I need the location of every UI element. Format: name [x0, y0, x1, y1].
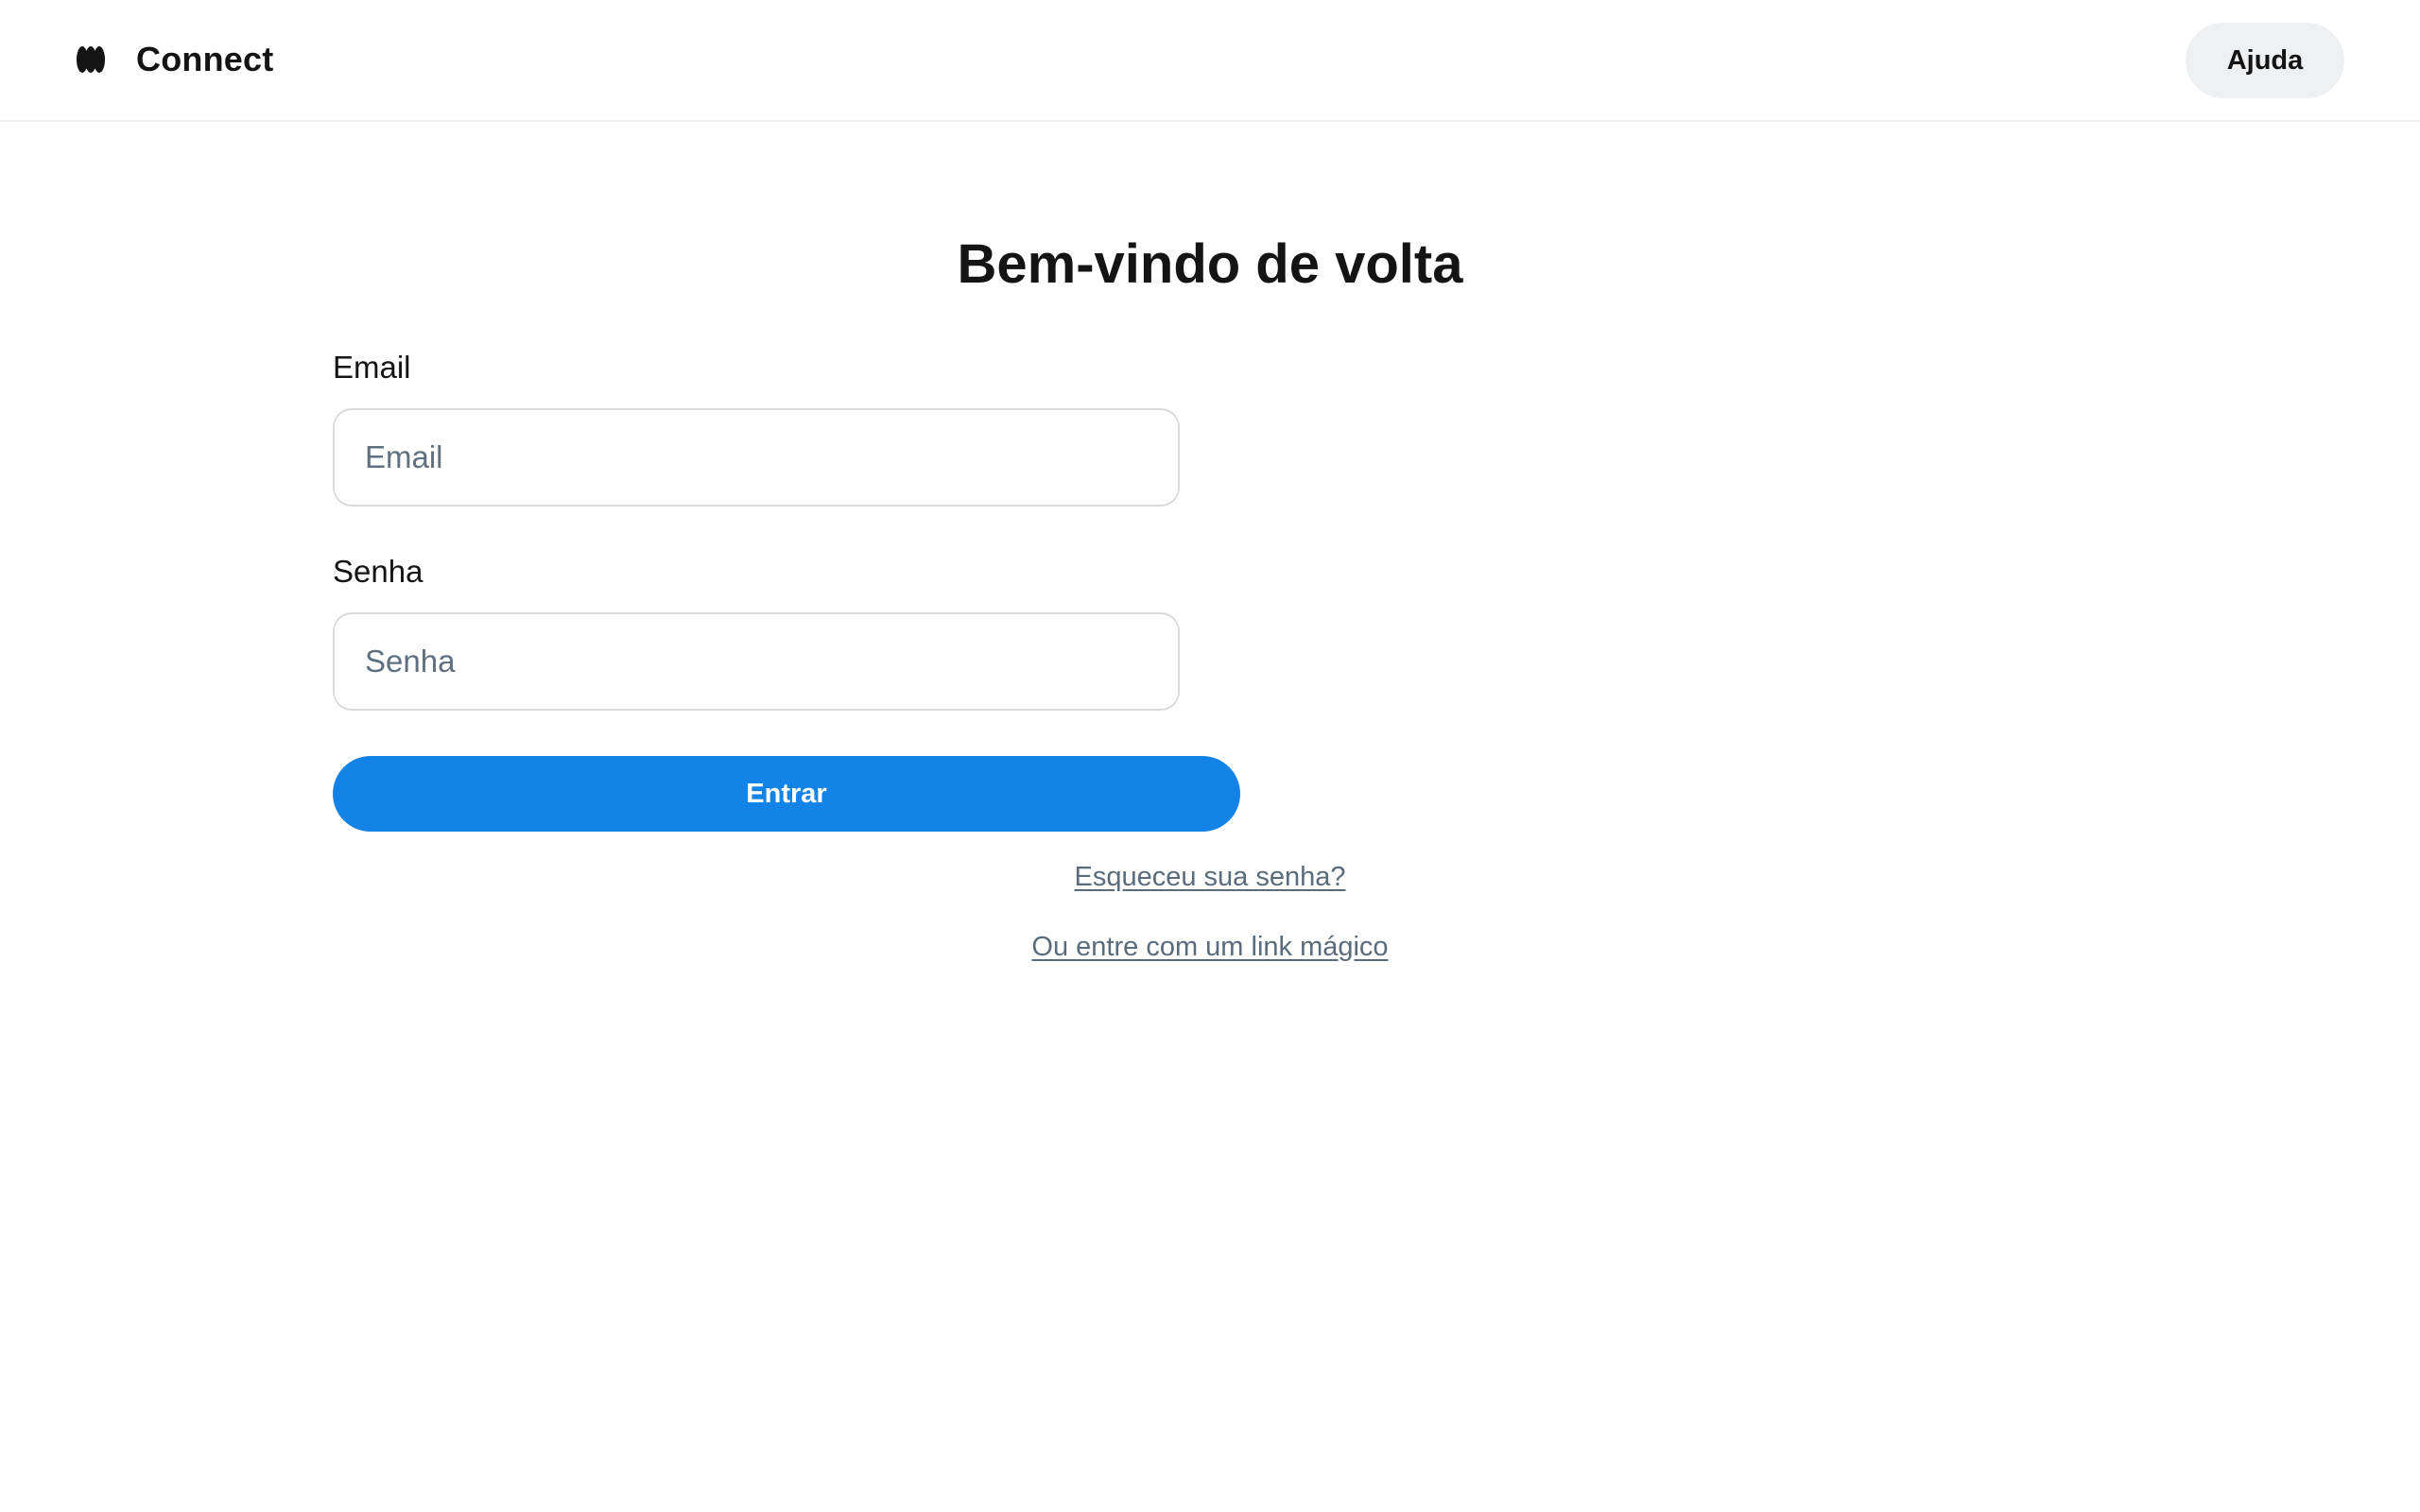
password-label: Senha [333, 554, 424, 589]
magic-link-row: Ou entre com um link mágico [0, 932, 2420, 963]
forgot-password-row: Esqueceu sua senha? [0, 862, 2420, 893]
email-field[interactable] [333, 408, 1180, 507]
forgot-password-link[interactable]: Esqueceu sua senha? [1075, 862, 1346, 892]
page-title: Bem-vindo de volta [957, 233, 1463, 295]
brand[interactable]: Connect [76, 36, 273, 83]
app-name: Connect [136, 40, 274, 78]
sign-in-button[interactable]: Entrar [333, 756, 1240, 832]
top-bar: Connect Ajuda [0, 0, 2420, 122]
connect-logo-icon [77, 46, 105, 73]
help-button[interactable]: Ajuda [2186, 23, 2344, 98]
email-label: Email [333, 350, 411, 385]
magic-link[interactable]: Ou entre com um link mágico [1031, 932, 1388, 962]
password-field[interactable] [333, 612, 1180, 711]
